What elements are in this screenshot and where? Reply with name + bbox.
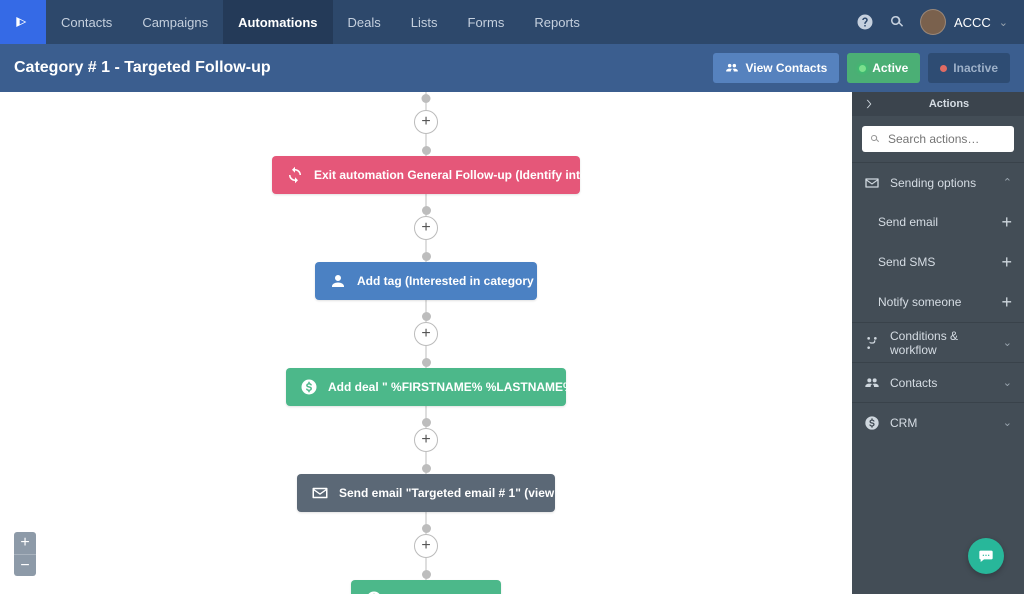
add-action-icon[interactable]: + [1001, 252, 1012, 273]
mail-icon [864, 175, 880, 191]
search-icon [869, 133, 881, 145]
help-chat-fab[interactable] [968, 538, 1004, 574]
nav-lists[interactable]: Lists [396, 0, 453, 44]
nav-forms[interactable]: Forms [453, 0, 520, 44]
flow-joint [422, 146, 431, 155]
add-step-button[interactable]: + [414, 216, 438, 240]
flow-step-label: Send email "Targeted email # 1" (view re… [339, 486, 603, 500]
zoom-in-button[interactable]: + [14, 532, 36, 554]
dollar-icon [864, 415, 880, 431]
nav-campaigns[interactable]: Campaigns [127, 0, 223, 44]
chevron-icon: ⌄ [1003, 376, 1012, 389]
nav-automations[interactable]: Automations [223, 0, 332, 44]
flow-step[interactable]: Exit automation General Follow-up (Ident… [272, 156, 580, 194]
nav-contacts[interactable]: Contacts [46, 0, 127, 44]
sidebar-group-crm[interactable]: CRM⌄ [852, 402, 1024, 442]
flow-step-label: Add deal " %FIRSTNAME% %LASTNAME%" for c… [328, 380, 645, 394]
zoom-out-button[interactable]: − [14, 554, 36, 576]
add-step-button[interactable]: + [414, 428, 438, 452]
actions-sidebar: Actions Sending options⌃Send email+Send … [852, 92, 1024, 594]
automation-canvas[interactable]: + Exit automation General Follow-up (Iden… [0, 92, 852, 594]
branch-icon [864, 335, 880, 351]
flow-joint [422, 252, 431, 261]
account-label: ACCC [954, 15, 991, 30]
app-logo[interactable] [0, 0, 46, 44]
sidebar-action-send-sms[interactable]: Send SMS+ [852, 242, 1024, 282]
sidebar-action-send-email[interactable]: Send email+ [852, 202, 1024, 242]
status-dot-active-icon [859, 65, 866, 72]
chevron-down-icon: ⌄ [999, 16, 1008, 29]
account-menu[interactable]: ACCC ⌄ [920, 9, 1008, 35]
sub-header: Category # 1 - Targeted Follow-up View C… [0, 44, 1024, 92]
flow-step-label: Exit automation General Follow-up (Ident… [314, 168, 648, 182]
sidebar-title: Actions [884, 98, 1014, 110]
sidebar-group-contacts[interactable]: Contacts⌄ [852, 362, 1024, 402]
flow-joint [422, 94, 431, 103]
status-inactive-button[interactable]: Inactive [928, 53, 1010, 83]
add-action-icon[interactable]: + [1001, 212, 1012, 233]
zoom-controls: + − [14, 532, 36, 576]
flow-step[interactable]: Send email "Targeted email # 1" (view re… [297, 474, 555, 512]
flow-step[interactable]: Add tag (Interested in category 1) [315, 262, 537, 300]
nav-items: ContactsCampaignsAutomationsDealsListsFo… [46, 0, 595, 44]
page-title: Category # 1 - Targeted Follow-up [14, 59, 713, 77]
help-icon[interactable] [856, 13, 874, 31]
sidebar-action-notify-someone[interactable]: Notify someone+ [852, 282, 1024, 322]
add-step-button[interactable]: + [414, 534, 438, 558]
flow-joint [422, 464, 431, 473]
search-icon[interactable] [888, 13, 906, 31]
flow-step[interactable]: Add task "Call" to a deal [351, 580, 501, 594]
nav-deals[interactable]: Deals [333, 0, 396, 44]
avatar [920, 9, 946, 35]
flow-joint [422, 524, 431, 533]
flow-joint [422, 418, 431, 427]
chevron-icon: ⌄ [1003, 336, 1012, 349]
status-dot-inactive-icon [940, 65, 947, 72]
add-step-button[interactable]: + [414, 322, 438, 346]
status-active-button[interactable]: Active [847, 53, 920, 83]
sidebar-collapse-icon[interactable] [862, 97, 876, 111]
flow-step[interactable]: Add deal " %FIRSTNAME% %LASTNAME%" for c… [286, 368, 566, 406]
flow-joint [422, 570, 431, 579]
flow-step-label: Add tag (Interested in category 1) [357, 274, 548, 288]
add-action-icon[interactable]: + [1001, 292, 1012, 313]
sidebar-group-sending-options[interactable]: Sending options⌃ [852, 162, 1024, 202]
actions-search-input[interactable] [862, 126, 1014, 152]
chevron-icon: ⌄ [1003, 416, 1012, 429]
view-contacts-button[interactable]: View Contacts [713, 53, 839, 83]
top-nav: ContactsCampaignsAutomationsDealsListsFo… [0, 0, 1024, 44]
sidebar-group-conditions-workflow[interactable]: Conditions & workflow⌄ [852, 322, 1024, 362]
flow-joint [422, 206, 431, 215]
flow-joint [422, 312, 431, 321]
add-step-button[interactable]: + [414, 110, 438, 134]
nav-reports[interactable]: Reports [519, 0, 595, 44]
flow-joint [422, 358, 431, 367]
chevron-icon: ⌃ [1003, 176, 1012, 189]
people-icon [864, 375, 880, 391]
